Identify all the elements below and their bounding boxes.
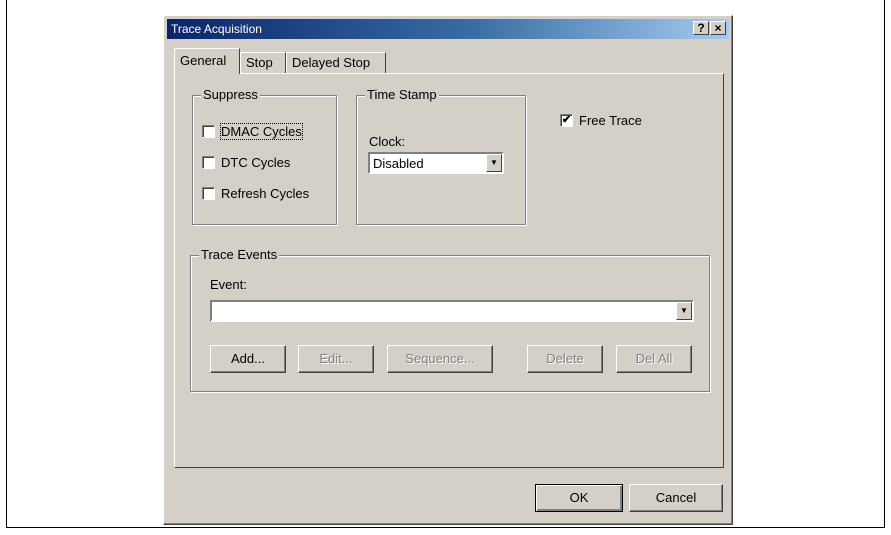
clock-select[interactable]: Disabled ▼ — [368, 152, 504, 174]
tab-general[interactable]: General — [174, 48, 240, 74]
trace-events-group: Trace Events Event: ▼ Add... Edit... Seq… — [190, 247, 710, 392]
chevron-down-icon[interactable]: ▼ — [676, 302, 692, 320]
add-button[interactable]: Add... — [210, 345, 286, 373]
dmac-cycles-label[interactable]: DMAC Cycles — [220, 123, 303, 140]
title-bar[interactable]: Trace Acquisition ? × — [167, 19, 729, 39]
edit-button[interactable]: Edit... — [298, 345, 374, 373]
dtc-cycles-checkbox[interactable] — [202, 156, 215, 169]
event-select[interactable]: ▼ — [210, 300, 694, 322]
cancel-button[interactable]: Cancel — [629, 484, 723, 512]
trace-acquisition-dialog: Trace Acquisition ? × General Stop Delay… — [163, 15, 733, 525]
help-icon[interactable]: ? — [693, 21, 709, 35]
close-icon[interactable]: × — [710, 21, 726, 35]
tab-stop-label: Stop — [246, 55, 273, 70]
event-label: Event: — [210, 277, 247, 292]
ok-button[interactable]: OK — [535, 484, 623, 512]
tab-general-label: General — [180, 53, 227, 68]
free-trace-label[interactable]: Free Trace — [579, 113, 642, 128]
dmac-cycles-checkbox[interactable] — [202, 125, 215, 138]
refresh-cycles-label[interactable]: Refresh Cycles — [221, 186, 309, 201]
clock-select-value: Disabled — [373, 156, 424, 171]
tab-stop[interactable]: Stop — [240, 52, 286, 74]
sequence-button[interactable]: Sequence... — [387, 345, 493, 373]
dtc-cycles-label[interactable]: DTC Cycles — [221, 155, 290, 170]
time-stamp-group-label: Time Stamp — [365, 87, 439, 102]
trace-events-group-label: Trace Events — [199, 247, 280, 262]
delete-button[interactable]: Delete — [527, 345, 603, 373]
free-trace-checkbox[interactable]: ✔ — [560, 114, 573, 127]
tab-delayed-stop[interactable]: Delayed Stop — [286, 52, 386, 74]
suppress-group: Suppress DMAC Cycles DTC Cycles Refresh … — [192, 87, 337, 225]
window-title: Trace Acquisition — [171, 22, 262, 36]
chevron-down-icon[interactable]: ▼ — [486, 154, 502, 172]
del-all-button[interactable]: Del All — [616, 345, 692, 373]
tab-delayed-stop-label: Delayed Stop — [292, 55, 371, 70]
clock-label: Clock: — [369, 134, 406, 149]
suppress-group-label: Suppress — [201, 87, 260, 102]
general-tab-panel: Suppress DMAC Cycles DTC Cycles Refresh … — [174, 73, 724, 468]
refresh-cycles-checkbox[interactable] — [202, 187, 215, 200]
time-stamp-group: Time Stamp Clock: Disabled ▼ — [356, 87, 526, 225]
